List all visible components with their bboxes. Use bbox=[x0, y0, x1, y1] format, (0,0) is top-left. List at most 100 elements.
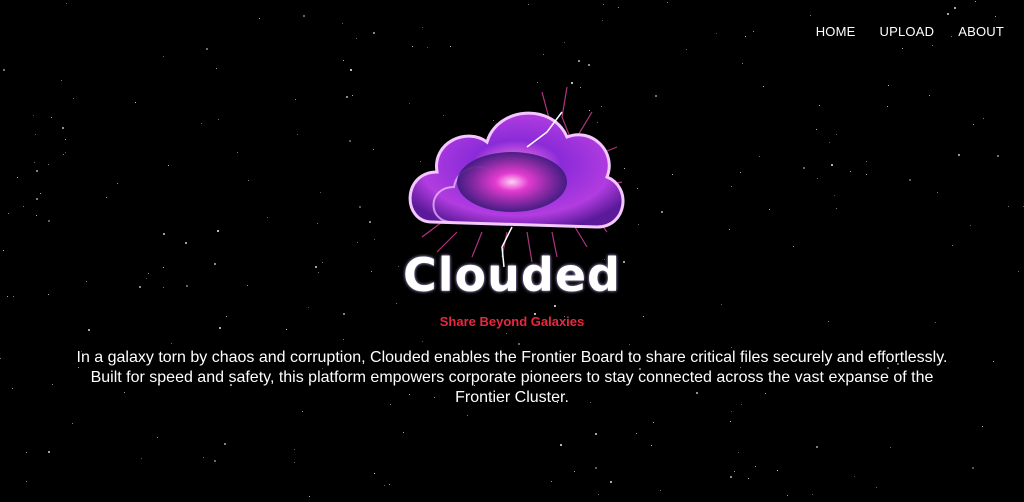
nav-home-link[interactable]: HOME bbox=[816, 24, 856, 39]
star bbox=[384, 485, 386, 487]
star bbox=[629, 344, 631, 345]
star bbox=[811, 493, 813, 495]
star bbox=[834, 195, 836, 197]
star bbox=[303, 14, 306, 17]
star bbox=[787, 495, 789, 497]
star bbox=[731, 410, 733, 412]
star bbox=[729, 229, 731, 231]
star bbox=[184, 242, 187, 245]
star bbox=[518, 342, 521, 345]
star bbox=[819, 104, 821, 106]
star bbox=[65, 2, 67, 4]
site-tagline: Share Beyond Galaxies bbox=[439, 314, 585, 329]
star bbox=[817, 177, 819, 179]
star bbox=[26, 480, 28, 482]
star bbox=[422, 26, 424, 28]
star bbox=[638, 223, 640, 225]
site-description: In a galaxy torn by chaos and corruption… bbox=[76, 349, 948, 406]
star bbox=[666, 2, 668, 4]
star bbox=[319, 192, 321, 194]
star bbox=[1008, 205, 1009, 207]
star bbox=[762, 85, 764, 87]
star bbox=[411, 45, 413, 47]
star bbox=[953, 6, 956, 9]
star bbox=[595, 433, 598, 436]
star bbox=[466, 414, 468, 416]
star bbox=[72, 98, 74, 100]
star bbox=[602, 3, 604, 5]
star bbox=[835, 133, 837, 135]
star bbox=[167, 164, 169, 166]
star bbox=[661, 211, 664, 214]
star bbox=[829, 141, 831, 143]
star bbox=[742, 63, 744, 65]
star bbox=[594, 466, 597, 469]
star bbox=[758, 156, 760, 158]
star bbox=[854, 475, 855, 477]
star bbox=[61, 79, 63, 81]
star bbox=[835, 207, 837, 209]
star bbox=[830, 164, 833, 167]
star bbox=[52, 384, 54, 386]
star bbox=[931, 44, 933, 46]
star bbox=[636, 432, 638, 434]
star bbox=[427, 47, 429, 49]
nav-upload-link[interactable]: UPLOAD bbox=[880, 24, 935, 39]
star bbox=[573, 471, 575, 473]
star bbox=[928, 95, 930, 97]
site-title: Clouded bbox=[403, 248, 621, 302]
star bbox=[34, 161, 36, 163]
star bbox=[343, 59, 345, 61]
star bbox=[23, 206, 25, 208]
star bbox=[141, 458, 143, 460]
nav-about-link[interactable]: ABOUT bbox=[958, 24, 1004, 39]
star bbox=[11, 387, 13, 389]
star bbox=[47, 450, 50, 453]
star bbox=[802, 167, 805, 170]
star bbox=[357, 242, 359, 244]
star bbox=[63, 153, 65, 155]
star bbox=[343, 338, 345, 340]
star bbox=[293, 448, 295, 450]
star bbox=[163, 55, 165, 57]
star bbox=[815, 129, 817, 131]
star bbox=[744, 36, 746, 38]
star bbox=[597, 494, 599, 496]
star bbox=[135, 101, 137, 103]
star bbox=[259, 18, 261, 20]
star bbox=[618, 6, 620, 8]
star bbox=[2, 68, 5, 71]
star bbox=[671, 174, 673, 176]
star bbox=[972, 467, 975, 470]
star bbox=[224, 443, 227, 446]
star bbox=[206, 47, 209, 50]
star bbox=[865, 173, 867, 175]
star bbox=[588, 64, 591, 67]
star bbox=[748, 477, 750, 479]
star bbox=[308, 496, 310, 498]
star bbox=[388, 483, 390, 485]
star bbox=[266, 216, 268, 218]
star bbox=[215, 68, 217, 70]
star bbox=[349, 140, 352, 143]
star bbox=[35, 170, 38, 173]
star bbox=[352, 95, 354, 97]
star bbox=[650, 445, 652, 447]
star bbox=[685, 49, 687, 51]
star bbox=[975, 1, 977, 3]
star bbox=[908, 178, 911, 181]
star bbox=[740, 171, 742, 173]
star bbox=[875, 486, 877, 488]
star bbox=[293, 461, 295, 463]
star bbox=[560, 444, 563, 447]
star bbox=[660, 489, 662, 491]
star bbox=[8, 212, 9, 214]
star bbox=[214, 460, 217, 463]
star bbox=[295, 99, 297, 101]
star bbox=[170, 342, 172, 344]
star bbox=[734, 471, 736, 473]
star bbox=[887, 105, 889, 107]
star bbox=[815, 445, 818, 448]
star bbox=[156, 436, 158, 438]
star bbox=[373, 32, 376, 35]
